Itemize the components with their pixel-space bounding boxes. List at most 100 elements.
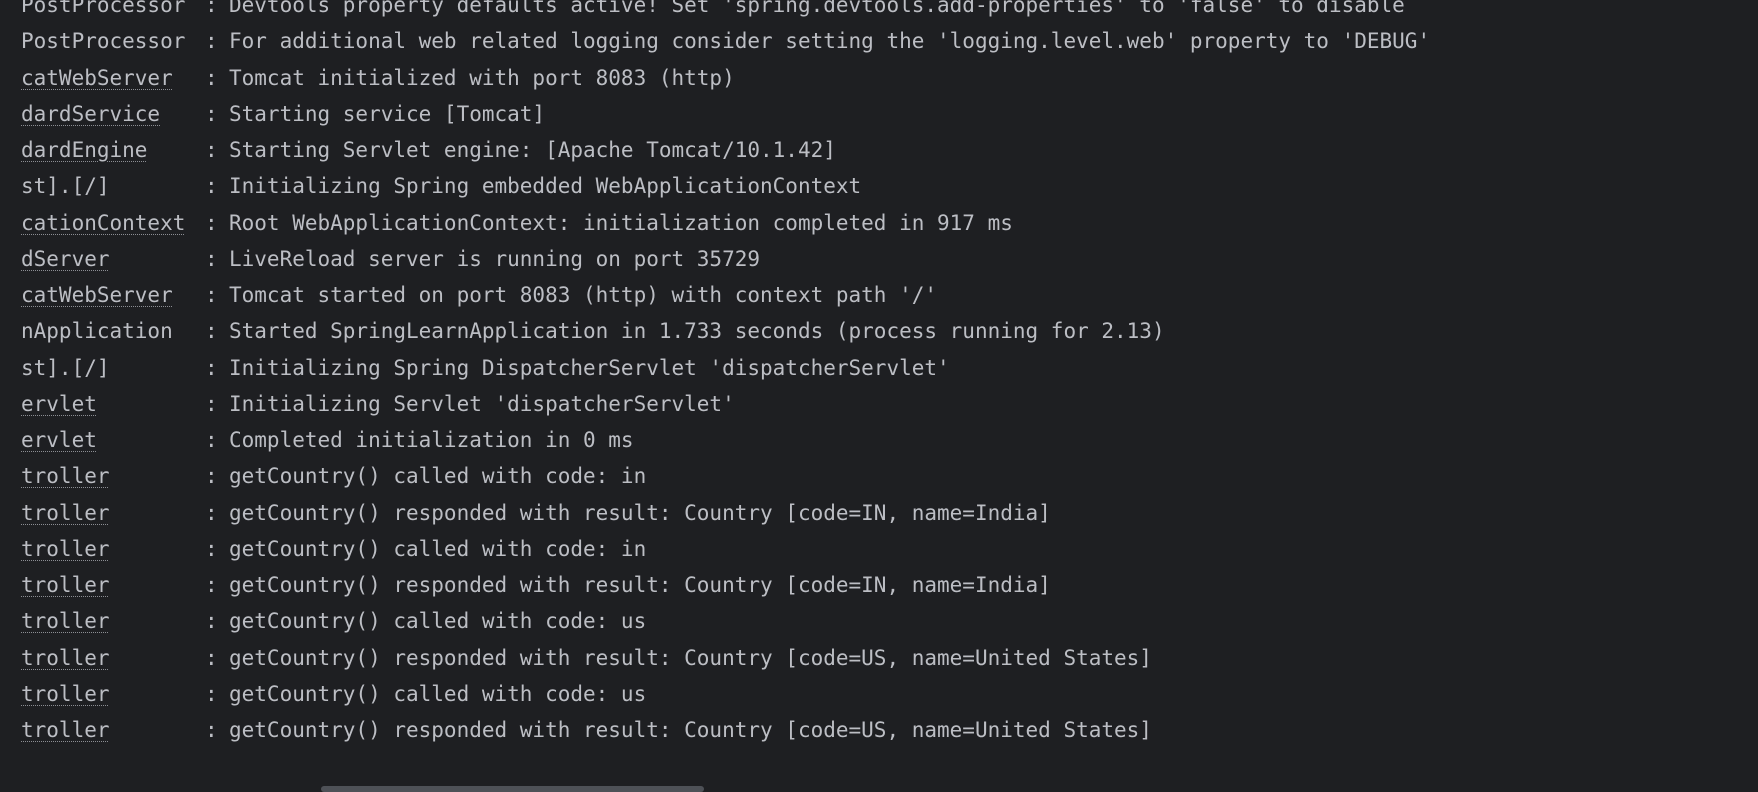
log-separator: : bbox=[205, 573, 218, 597]
logger-text: st].[/] bbox=[21, 355, 110, 380]
log-separator: : bbox=[205, 210, 218, 235]
log-message: getCountry() responded with result: Coun… bbox=[229, 500, 1051, 525]
log-line: catWebServer: Tomcat started on port 8083… bbox=[21, 277, 1430, 313]
log-separator: : bbox=[205, 609, 218, 634]
log-message: getCountry() responded with result: Coun… bbox=[229, 718, 1152, 742]
logger-link[interactable]: troller bbox=[21, 501, 110, 525]
log-logger-name[interactable]: catWebServer bbox=[21, 277, 205, 313]
log-separator: : bbox=[205, 246, 218, 271]
log-line: dardEngine: Starting Servlet engine: [Apa… bbox=[21, 132, 1430, 168]
log-logger-name[interactable]: dardService bbox=[21, 96, 205, 132]
logger-link[interactable]: cationContext bbox=[21, 211, 185, 235]
log-line: troller: getCountry() called with code: i… bbox=[21, 531, 1430, 567]
logger-link[interactable]: troller bbox=[21, 464, 110, 488]
log-logger-name[interactable]: catWebServer bbox=[21, 60, 205, 96]
logger-link[interactable]: troller bbox=[21, 646, 110, 670]
log-message: LiveReload server is running on port 357… bbox=[229, 246, 761, 271]
log-line: PostProcessor: For additional web related… bbox=[21, 23, 1430, 59]
logger-link[interactable]: troller bbox=[21, 682, 110, 706]
log-line: ervlet: Completed initialization in 0 ms bbox=[21, 422, 1430, 458]
log-logger-name[interactable]: troller bbox=[21, 458, 205, 494]
log-separator: : bbox=[205, 174, 218, 199]
log-message: Initializing Servlet 'dispatcherServlet' bbox=[229, 391, 735, 416]
log-logger-name: st].[/] bbox=[21, 168, 205, 204]
log-logger-name[interactable]: dServer bbox=[21, 241, 205, 277]
logger-link[interactable]: dardEngine bbox=[21, 138, 147, 162]
log-line: ervlet: Initializing Servlet 'dispatcherS… bbox=[21, 386, 1430, 422]
log-separator: : bbox=[205, 0, 218, 17]
log-logger-name[interactable]: cationContext bbox=[21, 205, 205, 241]
logger-link[interactable]: catWebServer bbox=[21, 66, 173, 90]
log-line: st].[/]: Initializing Spring embedded Web… bbox=[21, 168, 1430, 204]
horizontal-scrollbar-track[interactable] bbox=[0, 784, 1758, 792]
log-message: Initializing Spring DispatcherServlet 'd… bbox=[229, 355, 950, 380]
log-logger-name[interactable]: ervlet bbox=[21, 422, 205, 458]
log-line: cationContext: Root WebApplicationContext… bbox=[21, 205, 1430, 241]
log-line: troller: getCountry() called with code: u… bbox=[21, 676, 1430, 712]
log-logger-name: nApplication bbox=[21, 313, 205, 349]
log-line: dServer: LiveReload server is running on … bbox=[21, 241, 1430, 277]
log-line: st].[/]: Initializing Spring DispatcherSe… bbox=[21, 350, 1430, 386]
log-logger-name: PostProcessor bbox=[21, 0, 205, 23]
log-message: Root WebApplicationContext: initializati… bbox=[229, 210, 1013, 235]
log-line: PostProcessor: Devtools property defaults… bbox=[21, 0, 1430, 23]
log-separator: : bbox=[205, 718, 218, 742]
log-message: For additional web related logging consi… bbox=[229, 29, 1431, 54]
log-separator: : bbox=[205, 500, 218, 525]
logger-link[interactable]: ervlet bbox=[21, 392, 97, 416]
log-separator: : bbox=[205, 283, 218, 307]
run-console-output: PostProcessor: Devtools property defaults… bbox=[0, 0, 1758, 792]
logger-link[interactable]: troller bbox=[21, 718, 110, 742]
logger-link[interactable]: troller bbox=[21, 537, 110, 561]
log-logger-name[interactable]: troller bbox=[21, 712, 205, 748]
log-separator: : bbox=[205, 464, 218, 489]
log-message: getCountry() called with code: in bbox=[229, 536, 647, 561]
log-line: troller: getCountry() called with code: i… bbox=[21, 458, 1430, 494]
log-separator: : bbox=[205, 138, 218, 162]
log-separator: : bbox=[205, 65, 218, 90]
log-line: troller: getCountry() responded with resu… bbox=[21, 712, 1430, 748]
log-separator: : bbox=[205, 355, 218, 380]
logger-link[interactable]: troller bbox=[21, 573, 110, 597]
log-logger-name[interactable]: dardEngine bbox=[21, 132, 205, 168]
logger-link[interactable]: dServer bbox=[21, 247, 110, 271]
log-separator: : bbox=[205, 681, 218, 706]
log-logger-name[interactable]: troller bbox=[21, 495, 205, 531]
log-line: troller: getCountry() responded with resu… bbox=[21, 567, 1430, 603]
log-logger-name: PostProcessor bbox=[21, 23, 205, 59]
log-logger-name[interactable]: troller bbox=[21, 676, 205, 712]
logger-link[interactable]: ervlet bbox=[21, 428, 97, 452]
log-separator: : bbox=[205, 536, 218, 561]
log-message: getCountry() responded with result: Coun… bbox=[229, 573, 1051, 597]
log-logger-name[interactable]: ervlet bbox=[21, 386, 205, 422]
log-logger-name[interactable]: troller bbox=[21, 640, 205, 676]
log-logger-name[interactable]: troller bbox=[21, 531, 205, 567]
log-line: troller: getCountry() responded with resu… bbox=[21, 495, 1430, 531]
log-message: Starting Servlet engine: [Apache Tomcat/… bbox=[229, 138, 836, 162]
log-logger-name[interactable]: troller bbox=[21, 567, 205, 603]
log-line: troller: getCountry() called with code: u… bbox=[21, 603, 1430, 639]
log-message: getCountry() responded with result: Coun… bbox=[229, 645, 1152, 670]
logger-link[interactable]: catWebServer bbox=[21, 283, 173, 307]
log-line: troller: getCountry() responded with resu… bbox=[21, 640, 1430, 676]
logger-link[interactable]: dardService bbox=[21, 102, 160, 126]
log-logger-name[interactable]: troller bbox=[21, 603, 205, 639]
log-lines: PostProcessor: Devtools property defaults… bbox=[21, 0, 1430, 748]
log-message: Completed initialization in 0 ms bbox=[229, 428, 634, 452]
log-message: Tomcat initialized with port 8083 (http) bbox=[229, 65, 735, 90]
logger-text: PostProcessor bbox=[21, 0, 186, 17]
log-separator: : bbox=[205, 391, 218, 416]
horizontal-scrollbar-thumb[interactable] bbox=[321, 786, 704, 792]
log-message: Starting service [Tomcat] bbox=[229, 101, 546, 126]
log-separator: : bbox=[205, 645, 218, 670]
log-message: getCountry() called with code: us bbox=[229, 609, 647, 634]
logger-text: st].[/] bbox=[21, 174, 110, 199]
log-message: Started SpringLearnApplication in 1.733 … bbox=[229, 319, 1165, 344]
log-separator: : bbox=[205, 101, 218, 126]
logger-link[interactable]: troller bbox=[21, 609, 110, 633]
log-message: Initializing Spring embedded WebApplicat… bbox=[229, 174, 862, 199]
log-line: dardService: Starting service [Tomcat] bbox=[21, 96, 1430, 132]
log-line: nApplication: Started SpringLearnApplicat… bbox=[21, 313, 1430, 349]
log-message: Tomcat started on port 8083 (http) with … bbox=[229, 283, 938, 307]
log-logger-name: st].[/] bbox=[21, 350, 205, 386]
